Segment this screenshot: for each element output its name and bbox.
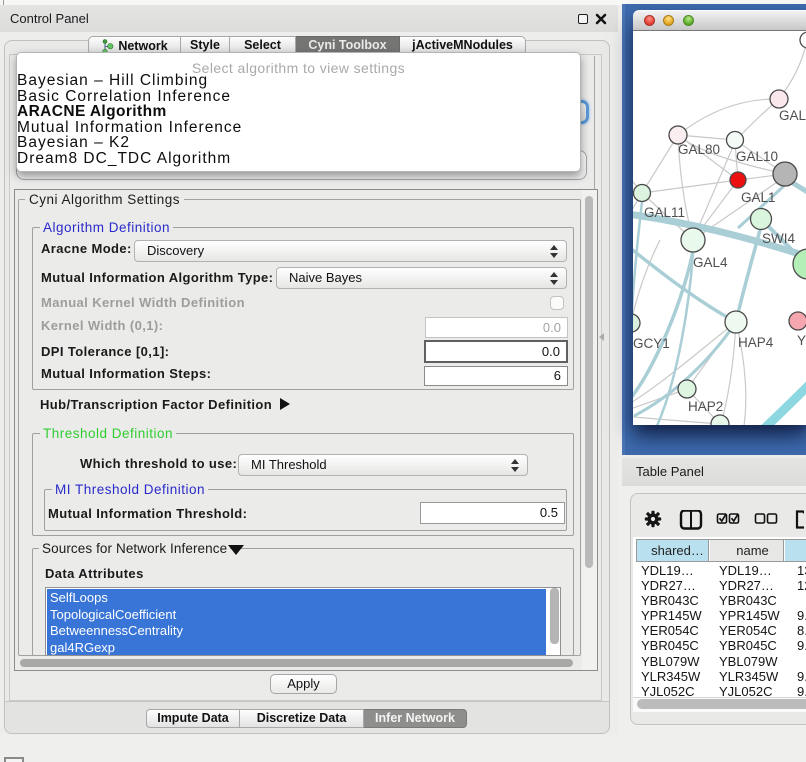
svg-text:HAP2: HAP2 [688, 399, 723, 414]
svg-text:Y: Y [797, 333, 806, 348]
svg-text:GAL80: GAL80 [678, 142, 720, 157]
svg-text:GAL7: GAL7 [779, 108, 806, 123]
svg-text:GCY1: GCY1 [633, 336, 670, 351]
svg-text:GAL10: GAL10 [736, 149, 778, 164]
svg-text:GAL1: GAL1 [741, 190, 776, 205]
svg-text:GAL4: GAL4 [693, 255, 728, 270]
svg-text:GAL11: GAL11 [644, 205, 685, 220]
svg-text:HAP4: HAP4 [738, 335, 774, 350]
svg-text:SWI4: SWI4 [762, 231, 795, 246]
